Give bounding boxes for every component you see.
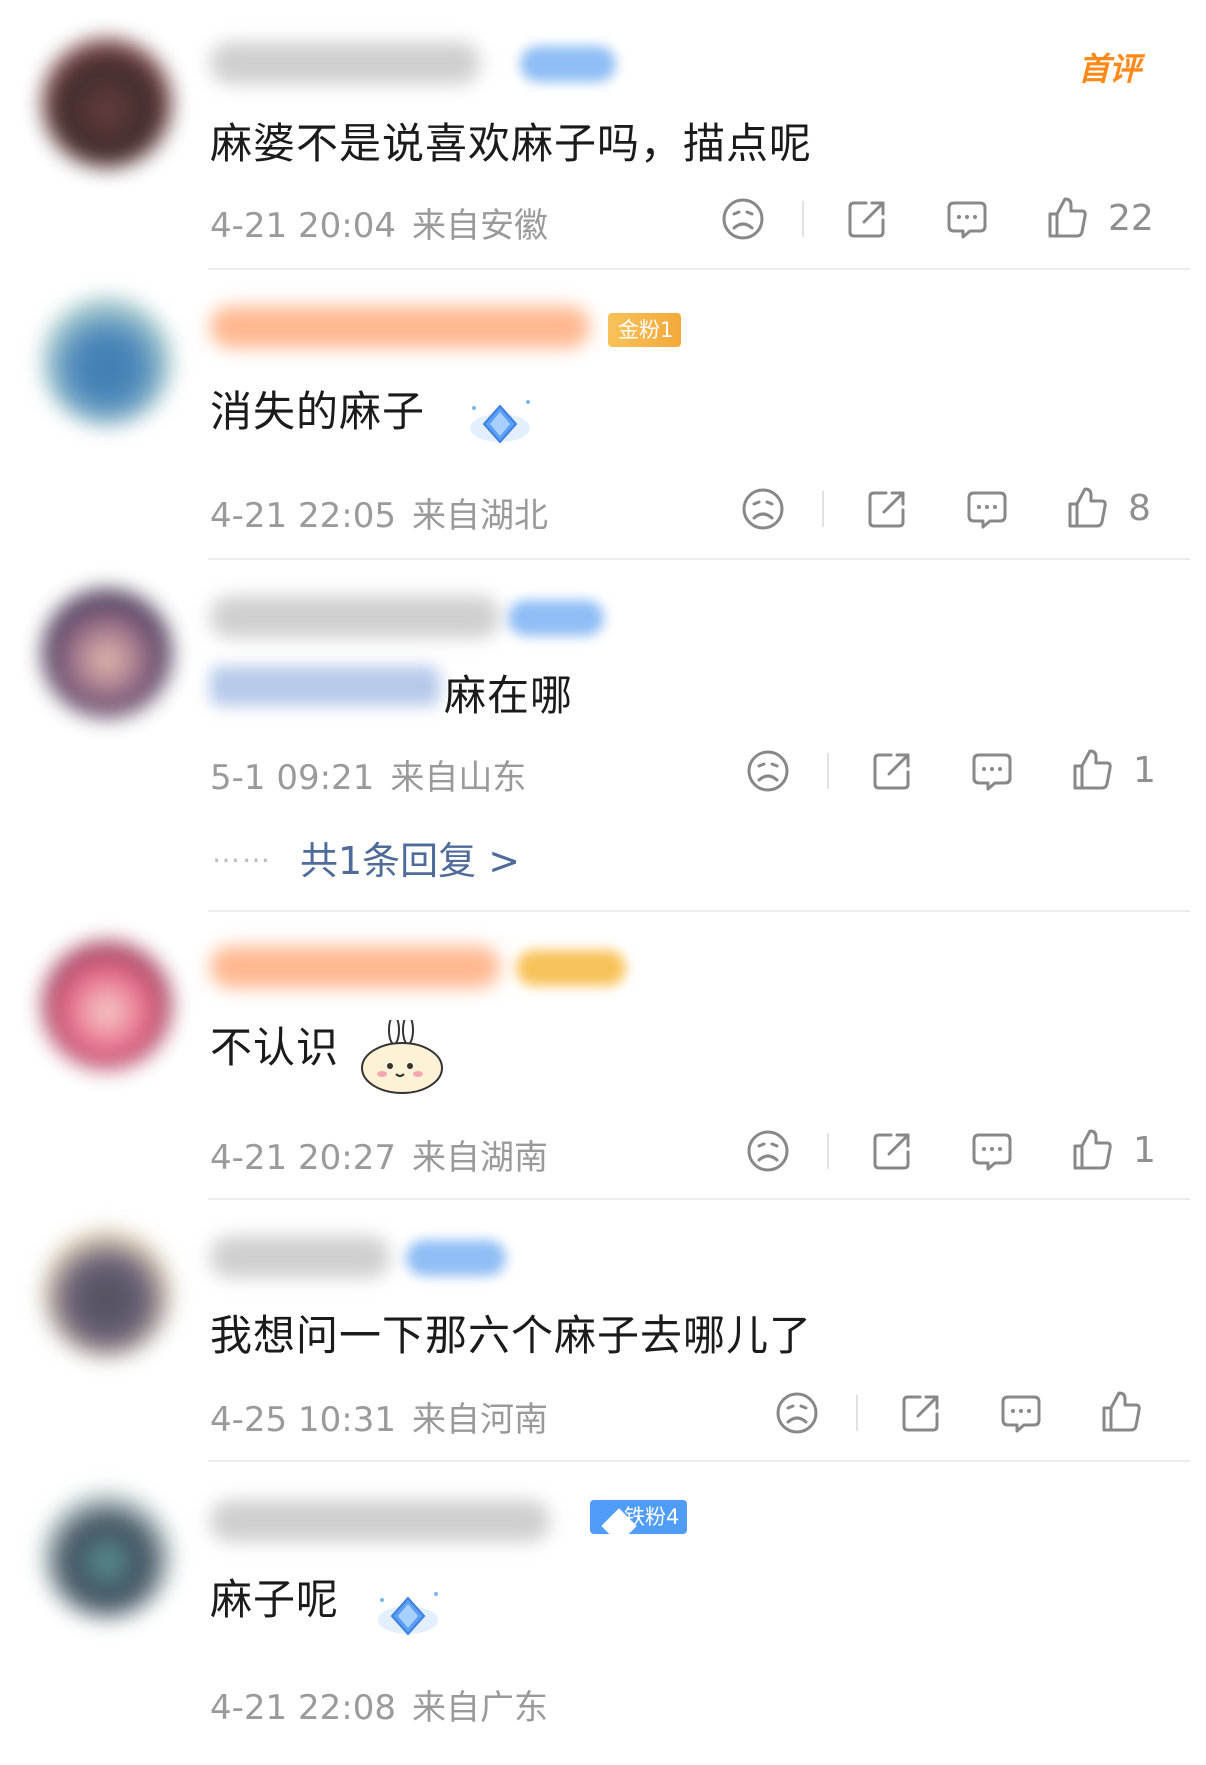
comment-location: 来自广东 (411, 1688, 548, 1728)
comment-divider (208, 910, 1190, 912)
comment-date: 5-1 09:21 (210, 758, 375, 798)
avatar[interactable] (42, 1228, 172, 1358)
like-icon[interactable] (1069, 746, 1115, 792)
comment-location: 来自安徽 (411, 206, 548, 246)
comment-icon[interactable] (964, 486, 1010, 532)
like-count: 8 (1128, 488, 1151, 529)
dislike-icon[interactable] (745, 748, 791, 794)
avatar[interactable] (42, 1490, 172, 1620)
like-icon[interactable] (1044, 194, 1090, 240)
comment-text: 我想问一下那六个麻子去哪儿了 (210, 1311, 813, 1360)
diamond-badge-icon (596, 1503, 637, 1544)
comment-meta: 4-21 22:08 来自广东 (210, 1680, 564, 1729)
action-separator (856, 1395, 858, 1431)
dislike-icon[interactable] (720, 196, 766, 242)
avatar[interactable] (42, 296, 172, 426)
action-separator (822, 491, 824, 527)
bunny-sticker (354, 1015, 454, 1096)
comment-divider (208, 1460, 1190, 1462)
dislike-icon[interactable] (740, 486, 786, 532)
username[interactable] (210, 946, 500, 988)
like-icon[interactable] (1069, 1126, 1115, 1172)
comment-date: 4-21 22:08 (210, 1688, 396, 1728)
avatar[interactable] (42, 38, 172, 168)
diamond-sticker (372, 1588, 448, 1644)
comment-text: 消失的麻子 (210, 387, 426, 436)
comment-text: 麻子呢 (210, 1575, 340, 1624)
comment-meta: 4-21 22:05 来自湖北 (210, 488, 564, 537)
comment-location: 来自湖北 (411, 496, 548, 536)
diamond-sticker (464, 396, 540, 452)
comment-text: 不认识 (210, 1023, 340, 1072)
view-replies-link[interactable]: 共1条回复 > (300, 830, 520, 885)
like-count: 1 (1133, 750, 1156, 791)
comment-icon[interactable] (998, 1390, 1044, 1436)
share-icon[interactable] (869, 748, 915, 794)
comment-date: 4-21 22:05 (210, 496, 396, 536)
comment-icon[interactable] (969, 1128, 1015, 1174)
comment-location: 来自河南 (411, 1400, 548, 1440)
comment-text: 麻在哪 (444, 671, 574, 720)
dislike-icon[interactable] (774, 1390, 820, 1436)
fan-badge: 金粉1 (608, 313, 682, 347)
username[interactable] (210, 42, 480, 84)
share-icon[interactable] (898, 1390, 944, 1436)
username[interactable] (210, 1500, 550, 1542)
comment-meta: 4-21 20:04 来自安徽 (210, 198, 564, 247)
username[interactable] (210, 1236, 390, 1278)
share-icon[interactable] (864, 486, 910, 532)
comment-icon[interactable] (969, 748, 1015, 794)
comment-meta: 4-21 20:27 来自湖南 (210, 1130, 564, 1179)
action-separator (802, 201, 804, 237)
like-icon[interactable] (1098, 1388, 1144, 1434)
username[interactable] (210, 596, 500, 638)
comment-location: 来自湖南 (411, 1138, 548, 1178)
comment-date: 4-25 10:31 (210, 1400, 396, 1440)
reply-dots: …… (212, 836, 272, 869)
fan-badge (508, 600, 604, 636)
first-comment-badge: 首评 (1078, 50, 1141, 88)
comment-location: 来自山东 (390, 758, 527, 798)
comment-date: 4-21 20:27 (210, 1138, 396, 1178)
username[interactable] (210, 306, 590, 348)
comment-divider (208, 268, 1190, 270)
comment-icon[interactable] (944, 196, 990, 242)
share-icon[interactable] (869, 1128, 915, 1174)
like-icon[interactable] (1064, 484, 1110, 530)
fan-badge (520, 46, 616, 82)
action-separator (827, 753, 829, 789)
avatar[interactable] (42, 940, 172, 1070)
like-count: 22 (1108, 198, 1154, 239)
comment-date: 4-21 20:04 (210, 206, 396, 246)
comment-meta: 5-1 09:21 来自山东 (210, 750, 542, 799)
comment-divider (208, 558, 1190, 560)
share-icon[interactable] (844, 196, 890, 242)
avatar[interactable] (42, 588, 172, 718)
dislike-icon[interactable] (745, 1128, 791, 1174)
like-count: 1 (1133, 1130, 1156, 1171)
fan-badge (406, 1240, 506, 1276)
mention-blur (210, 666, 440, 706)
comment-meta: 4-25 10:31 来自河南 (210, 1392, 564, 1441)
fan-badge (516, 950, 626, 986)
comment-text: 麻婆不是说喜欢麻子吗，描点呢 (210, 119, 813, 168)
action-separator (827, 1133, 829, 1169)
comment-divider (208, 1198, 1190, 1200)
